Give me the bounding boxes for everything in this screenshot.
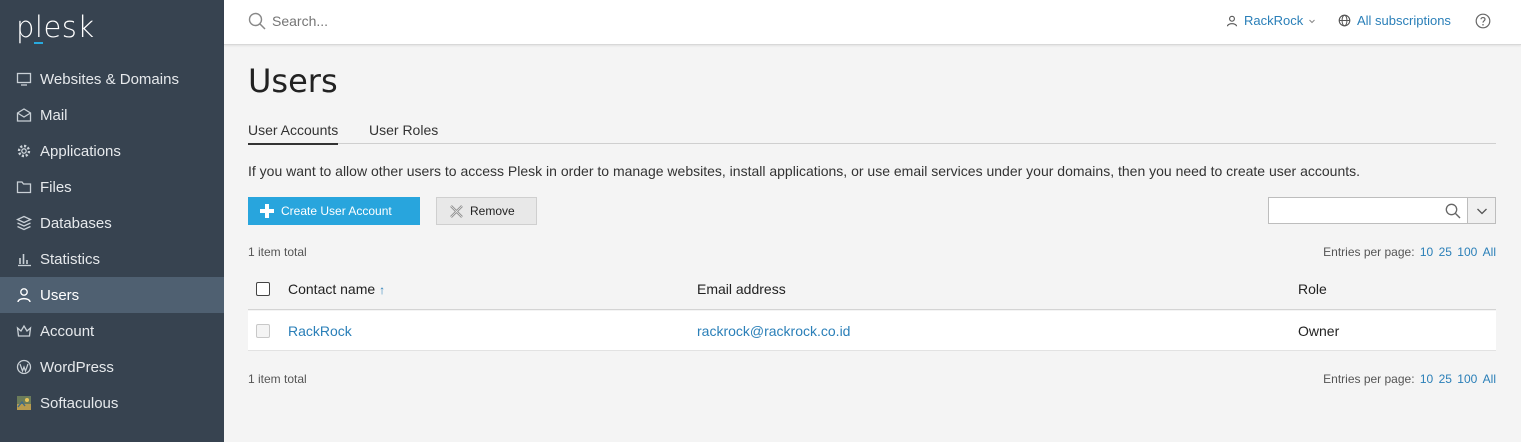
sidebar-item-websites-domains[interactable]: Websites & Domains	[0, 61, 224, 97]
sidebar-item-label: Applications	[40, 142, 121, 160]
table-header: Contact name ↑ Email address Role	[248, 272, 1496, 310]
column-label: Contact name	[288, 281, 376, 297]
wordpress-icon	[16, 359, 32, 375]
entries-option-all[interactable]: All	[1483, 372, 1496, 386]
chevron-down-icon	[1476, 208, 1487, 214]
user-name: RackRock	[1244, 13, 1304, 28]
tab-user-accounts[interactable]: User Accounts	[248, 122, 339, 145]
search-input[interactable]	[272, 13, 672, 29]
mail-icon	[16, 107, 32, 123]
sidebar-item-statistics[interactable]: Statistics	[0, 241, 224, 277]
sidebar-item-label: WordPress	[40, 358, 114, 376]
remove-button[interactable]: Remove	[436, 197, 537, 225]
entries-label: Entries per page:	[1323, 245, 1415, 259]
user-menu[interactable]: RackRock	[1226, 13, 1316, 28]
column-role[interactable]: Role	[1298, 281, 1327, 297]
subscriptions-selector[interactable]: All subscriptions	[1338, 13, 1451, 28]
select-all-checkbox[interactable]	[256, 282, 270, 296]
email-link[interactable]: rackrock@rackrock.co.id	[697, 323, 850, 339]
entries-option-25[interactable]: 25	[1439, 245, 1452, 259]
sidebar: plesk Websites & Domains Mail Applicatio…	[0, 0, 224, 442]
globe-icon	[1338, 14, 1351, 27]
search-icon	[248, 12, 266, 30]
entries-option-10[interactable]: 10	[1420, 372, 1433, 386]
sidebar-item-label: Users	[40, 286, 80, 304]
tab-bar: User Accounts User Roles	[248, 120, 1496, 145]
item-total: 1 item total	[248, 245, 307, 259]
plesk-logo[interactable]: plesk	[16, 10, 95, 44]
create-button-label: Create User Account	[281, 204, 392, 218]
entries-label: Entries per page:	[1323, 372, 1415, 386]
contact-name-link[interactable]: RackRock	[288, 323, 352, 339]
entries-per-page: Entries per page: 10 25 100 All	[1323, 372, 1496, 386]
folder-icon	[16, 179, 32, 195]
bar-chart-icon	[16, 251, 32, 267]
item-total: 1 item total	[248, 372, 307, 386]
page-title: Users	[248, 62, 338, 100]
sidebar-item-mail[interactable]: Mail	[0, 97, 224, 133]
sidebar-item-applications[interactable]: Applications	[0, 133, 224, 169]
help-icon[interactable]	[1475, 13, 1491, 29]
column-email-address[interactable]: Email address	[697, 281, 786, 297]
entries-option-25[interactable]: 25	[1439, 372, 1452, 386]
entries-option-10[interactable]: 10	[1420, 245, 1433, 259]
entries-option-all[interactable]: All	[1483, 245, 1496, 259]
sidebar-item-files[interactable]: Files	[0, 169, 224, 205]
gear-icon	[16, 143, 32, 159]
role-value: Owner	[1298, 323, 1340, 339]
plus-icon	[260, 204, 274, 218]
search-icon[interactable]	[1445, 203, 1461, 219]
sort-ascending-icon: ↑	[379, 283, 386, 297]
remove-button-label: Remove	[470, 204, 515, 218]
sidebar-item-label: Files	[40, 178, 72, 196]
sidebar-item-label: Databases	[40, 214, 112, 232]
list-search-input[interactable]	[1269, 198, 1439, 223]
chevron-down-icon	[1309, 19, 1316, 23]
sidebar-item-label: Softaculous	[40, 394, 119, 412]
sidebar-item-label: Account	[40, 322, 95, 340]
entries-option-100[interactable]: 100	[1457, 372, 1477, 386]
sidebar-item-wordpress[interactable]: WordPress	[0, 349, 224, 385]
subscriptions-label: All subscriptions	[1357, 13, 1451, 28]
user-icon	[1226, 15, 1238, 26]
crown-icon	[16, 323, 32, 339]
list-search-field[interactable]	[1268, 197, 1468, 224]
sidebar-item-label: Websites & Domains	[40, 70, 179, 88]
user-icon	[16, 287, 32, 303]
softaculous-icon	[16, 395, 32, 411]
search-options-toggle[interactable]	[1468, 197, 1496, 224]
table-row: RackRock rackrock@rackrock.co.id Owner	[248, 311, 1496, 351]
row-checkbox[interactable]	[256, 324, 270, 338]
entries-option-100[interactable]: 100	[1457, 245, 1477, 259]
create-user-account-button[interactable]: Create User Account	[248, 197, 420, 225]
tab-user-roles[interactable]: User Roles	[369, 122, 438, 138]
monitor-icon	[16, 71, 32, 87]
sidebar-item-label: Statistics	[40, 250, 101, 268]
sidebar-item-users[interactable]: Users	[0, 277, 224, 313]
top-header: RackRock All subscriptions	[224, 0, 1521, 45]
sidebar-item-label: Mail	[40, 106, 68, 124]
sidebar-item-account[interactable]: Account	[0, 313, 224, 349]
column-contact-name[interactable]: Contact name ↑	[288, 281, 385, 297]
sidebar-item-databases[interactable]: Databases	[0, 205, 224, 241]
logo-accent	[34, 42, 43, 44]
sidebar-nav: Websites & Domains Mail Applications Fil…	[0, 61, 224, 421]
entries-per-page: Entries per page: 10 25 100 All	[1323, 245, 1496, 259]
database-icon	[16, 215, 32, 231]
close-icon	[450, 204, 463, 218]
sidebar-item-softaculous[interactable]: Softaculous	[0, 385, 224, 421]
page-description: If you want to allow other users to acce…	[248, 163, 1361, 179]
